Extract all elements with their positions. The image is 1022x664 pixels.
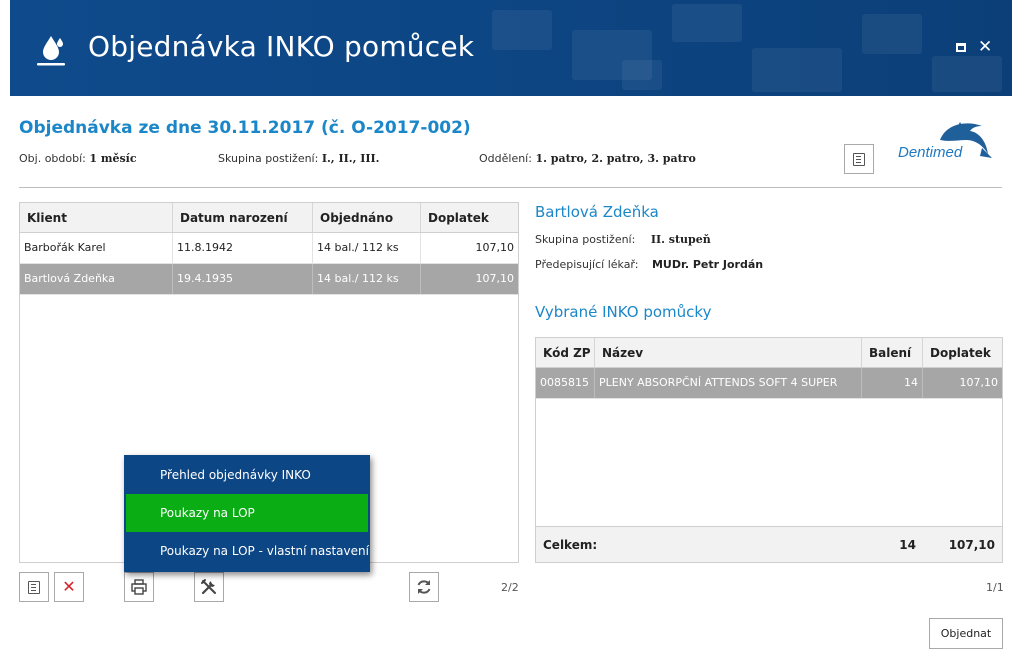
cell-kod: 0085815 xyxy=(536,368,595,398)
menu-item-lop-vouchers[interactable]: Poukazy na LOP xyxy=(126,494,368,532)
document-icon xyxy=(853,152,865,166)
column-header-baleni[interactable]: Balení xyxy=(862,338,923,367)
client-disability-value: II. stupeň xyxy=(650,233,711,246)
client-disability-group: Skupina postižení: II. stupeň xyxy=(535,233,711,246)
items-table-header: Kód ZP Název Balení Doplatek xyxy=(536,338,1002,368)
order-disability-value: I., II., III. xyxy=(321,152,380,165)
cell-klient: Barbořák Karel xyxy=(20,233,173,263)
cell-doplatek: 107,10 xyxy=(959,376,999,389)
column-header-doplatek[interactable]: Doplatek xyxy=(421,203,518,232)
items-total-row: Celkem: 14 107,10 xyxy=(536,526,1002,562)
column-header-objednano[interactable]: Objednáno xyxy=(313,203,421,232)
total-baleni: 14 xyxy=(899,538,916,552)
client-doctor-value: MUDr. Petr Jordán xyxy=(651,258,764,271)
client-doctor-label: Předepisující lékař: xyxy=(535,258,639,271)
dentimed-logo: Dentimed xyxy=(898,122,992,161)
table-row[interactable]: Barbořák Karel 11.8.1942 14 bal./ 112 ks… xyxy=(20,233,518,264)
column-header-kod[interactable]: Kód ZP xyxy=(536,338,595,367)
print-button[interactable] xyxy=(124,572,154,602)
menu-item-order-overview[interactable]: Přehled objednávky INKO xyxy=(124,456,370,494)
selected-items-title: Vybrané INKO pomůcky xyxy=(535,303,712,321)
cell-datum: 11.8.1942 xyxy=(173,233,313,263)
refresh-icon xyxy=(417,580,431,594)
client-doctor: Předepisující lékař: MUDr. Petr Jordán xyxy=(535,258,763,271)
column-header-klient[interactable]: Klient xyxy=(20,203,173,232)
close-icon[interactable]: ✕ xyxy=(978,37,992,57)
column-header-datum[interactable]: Datum narození xyxy=(173,203,313,232)
window-title: Objednávka INKO pomůcek xyxy=(88,30,475,63)
items-table: Kód ZP Název Balení Doplatek 0085815 PLE… xyxy=(535,337,1003,563)
order-title: Objednávka ze dne 30.11.2017 (č. O-2017-… xyxy=(19,118,471,138)
delete-icon: ✕ xyxy=(62,577,76,596)
clients-table-header: Klient Datum narození Objednáno Doplatek xyxy=(20,203,518,233)
cell-doplatek: 107,10 xyxy=(475,272,515,285)
header-divider xyxy=(19,187,1002,188)
total-doplatek: 107,10 xyxy=(948,538,995,552)
items-pager: 1/1 xyxy=(986,581,1004,594)
document-icon xyxy=(28,580,40,594)
order-disability-group: Skupina postižení: I., II., III. xyxy=(218,152,380,165)
print-icon xyxy=(131,579,147,595)
cell-klient: Bartlová Zdeňka xyxy=(20,264,173,294)
clients-pager: 2/2 xyxy=(501,581,519,594)
order-disability-label: Skupina postižení: xyxy=(218,152,319,165)
total-label: Celkem: xyxy=(543,538,598,552)
order-button[interactable]: Objednat xyxy=(929,618,1003,649)
delete-button[interactable]: ✕ xyxy=(54,572,84,602)
order-department: Oddělení: 1. patro, 2. patro, 3. patro xyxy=(479,152,696,165)
column-header-nazev[interactable]: Název xyxy=(595,338,862,367)
order-department-label: Oddělení: xyxy=(479,152,532,165)
cell-objednano: 14 bal./ 112 ks xyxy=(313,264,421,294)
order-period: Obj. období: 1 měsíc xyxy=(19,152,137,165)
cell-doplatek: 107,10 xyxy=(475,241,515,254)
client-name: Bartlová Zdeňka xyxy=(535,203,659,221)
svg-text:Dentimed: Dentimed xyxy=(898,144,963,161)
tools-icon xyxy=(201,579,216,595)
refresh-button[interactable] xyxy=(409,572,439,602)
title-bar: Objednávka INKO pomůcek ✕ xyxy=(10,0,1012,96)
drop-icon xyxy=(37,36,65,66)
maximize-icon[interactable] xyxy=(956,43,966,52)
order-period-label: Obj. období: xyxy=(19,152,86,165)
order-note-button[interactable] xyxy=(844,144,874,174)
cell-objednano: 14 bal./ 112 ks xyxy=(313,233,421,263)
edit-order-button[interactable] xyxy=(19,572,49,602)
print-menu: Přehled objednávky INKO Poukazy na LOP P… xyxy=(124,455,370,572)
order-department-value: 1. patro, 2. patro, 3. patro xyxy=(535,152,696,165)
cell-datum: 19.4.1935 xyxy=(173,264,313,294)
header-pattern xyxy=(452,0,1012,96)
table-row[interactable]: Bartlová Zdeňka 19.4.1935 14 bal./ 112 k… xyxy=(20,264,518,295)
column-header-doplatek[interactable]: Doplatek xyxy=(923,338,1002,367)
tools-button[interactable] xyxy=(194,572,224,602)
menu-item-lop-custom[interactable]: Poukazy na LOP - vlastní nastavení xyxy=(124,532,370,570)
cell-baleni: 14 xyxy=(862,368,923,398)
cell-nazev: PLENY ABSORPČNÍ ATTENDS SOFT 4 SUPER xyxy=(595,368,862,398)
table-row[interactable]: 0085815 PLENY ABSORPČNÍ ATTENDS SOFT 4 S… xyxy=(536,368,1002,399)
order-period-value: 1 měsíc xyxy=(89,152,137,165)
client-disability-label: Skupina postižení: xyxy=(535,233,636,246)
